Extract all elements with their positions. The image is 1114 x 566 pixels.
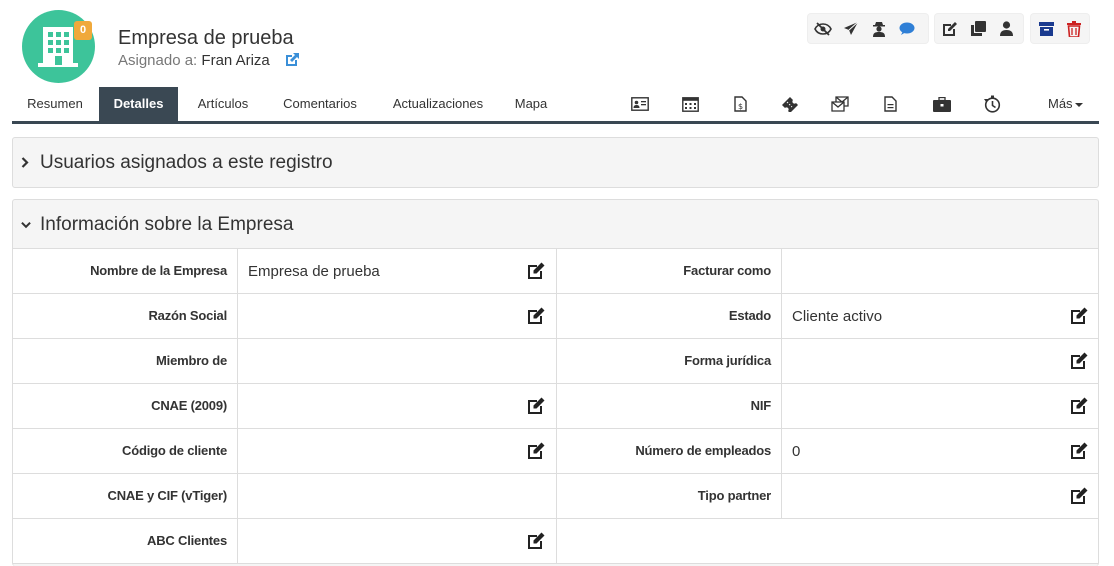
field-value — [792, 339, 1062, 383]
file-invoice-icon[interactable]: $ — [730, 95, 750, 113]
field-row: Nombre de la Empresa Empresa de prueba Fac… — [13, 249, 1098, 294]
panel-title: Usuarios asignados a este registro — [40, 151, 333, 173]
field-row: CNAE y CIF (vTiger) Tipo partner — [13, 474, 1098, 519]
panel-assigned-users: Usuarios asignados a este registro — [12, 137, 1099, 188]
field-label: Tipo partner — [556, 474, 782, 518]
edit-field-icon[interactable] — [1070, 307, 1088, 325]
caret-down-icon — [1074, 102, 1083, 107]
external-link-icon[interactable] — [284, 52, 300, 73]
eye-slash-icon[interactable] — [814, 20, 832, 38]
field-row: Miembro de Forma jurídica — [13, 339, 1098, 384]
id-card-icon[interactable] — [630, 95, 650, 113]
field-value — [248, 384, 548, 428]
field-label — [556, 519, 567, 563]
field-row: Razón Social Estado Cliente activo — [13, 294, 1098, 339]
comment-icon[interactable] — [898, 20, 916, 38]
field-value — [248, 474, 548, 518]
file-alt-icon[interactable] — [880, 95, 900, 113]
more-label: Más — [1048, 96, 1073, 111]
field-value — [248, 339, 548, 383]
field-label: Número de empleados — [556, 429, 782, 473]
briefcase-icon[interactable] — [932, 95, 952, 113]
user-icon[interactable] — [997, 20, 1015, 38]
tab-mapa[interactable]: Mapa — [509, 87, 553, 121]
user-secret-icon[interactable] — [870, 20, 888, 38]
history-icon[interactable] — [982, 95, 1002, 113]
edit-field-icon[interactable] — [527, 262, 545, 280]
toolbar-group-danger — [1031, 14, 1089, 43]
edit-field-icon[interactable] — [1070, 352, 1088, 370]
field-value: Cliente activo — [792, 308, 883, 325]
notification-badge: 0 — [74, 21, 92, 40]
edit-field-icon[interactable] — [1070, 442, 1088, 460]
field-label: Estado — [556, 294, 782, 338]
calendar-icon[interactable] — [680, 95, 700, 113]
assigned-to: Asignado a: Fran Ariza — [118, 52, 270, 69]
assigned-label: Asignado a: — [118, 52, 198, 69]
field-value — [248, 429, 548, 473]
ticket-icon[interactable] — [780, 95, 800, 113]
field-value: 0 — [792, 443, 801, 460]
field-label: Facturar como — [556, 249, 782, 293]
envelopes-icon[interactable] — [830, 95, 850, 113]
field-row: Código de cliente Número de empleados 0 — [13, 429, 1098, 474]
edit-field-icon[interactable] — [1070, 397, 1088, 415]
panel-assigned-users-header[interactable]: Usuarios asignados a este registro — [13, 138, 1098, 187]
field-label: ABC Clientes — [13, 519, 238, 563]
field-value — [792, 474, 1062, 518]
tab-detalles[interactable]: Detalles — [99, 87, 178, 121]
field-label: Nombre de la Empresa — [13, 249, 238, 293]
panel-company-info: Información sobre la Empresa Nombre de l… — [12, 199, 1099, 566]
tab-articulos[interactable]: Artículos — [188, 87, 258, 121]
edit-field-icon[interactable] — [1070, 487, 1088, 505]
panel-title: Información sobre la Empresa — [40, 213, 294, 235]
svg-text:$: $ — [738, 102, 743, 111]
details-grid: Nombre de la Empresa Empresa de prueba Fac… — [13, 248, 1098, 564]
archive-icon[interactable] — [1037, 20, 1055, 38]
edit-icon[interactable] — [941, 20, 959, 38]
field-value — [792, 384, 1062, 428]
tab-actualizaciones[interactable]: Actualizaciones — [382, 87, 494, 121]
field-label: Miembro de — [13, 339, 238, 383]
tab-comentarios[interactable]: Comentarios — [274, 87, 366, 121]
record-title: Empresa de prueba — [118, 27, 294, 49]
toolbar-group-actions — [808, 14, 928, 43]
edit-field-icon[interactable] — [527, 532, 545, 550]
paper-plane-icon[interactable] — [842, 20, 860, 38]
tab-resumen[interactable]: Resumen — [16, 87, 94, 121]
edit-field-icon[interactable] — [527, 442, 545, 460]
field-value — [248, 519, 548, 563]
field-value — [792, 249, 1062, 293]
assigned-owner[interactable]: Fran Ariza — [201, 52, 269, 69]
field-value — [792, 519, 1062, 563]
field-label: CNAE y CIF (vTiger) — [13, 474, 238, 518]
field-label: Código de cliente — [13, 429, 238, 473]
field-value — [248, 294, 548, 338]
clone-icon[interactable] — [969, 20, 987, 38]
panel-company-info-header[interactable]: Información sobre la Empresa — [13, 200, 1098, 249]
toolbar-group-edit — [935, 14, 1023, 43]
edit-field-icon[interactable] — [527, 307, 545, 325]
more-dropdown[interactable]: Más — [1048, 87, 1083, 121]
building-icon — [38, 27, 78, 67]
field-row: CNAE (2009) NIF — [13, 384, 1098, 429]
field-label: CNAE (2009) — [13, 384, 238, 428]
field-label: Forma jurídica — [556, 339, 782, 383]
field-value: Empresa de prueba — [248, 263, 380, 280]
field-label: NIF — [556, 384, 782, 428]
trash-icon[interactable] — [1065, 20, 1083, 38]
field-label: Razón Social — [13, 294, 238, 338]
chevron-right-icon — [21, 157, 31, 168]
field-row: ABC Clientes — [13, 519, 1098, 564]
edit-field-icon[interactable] — [527, 397, 545, 415]
chevron-down-icon — [21, 221, 31, 229]
record-tabs: Resumen Detalles Artículos Comentarios A… — [12, 87, 1099, 124]
